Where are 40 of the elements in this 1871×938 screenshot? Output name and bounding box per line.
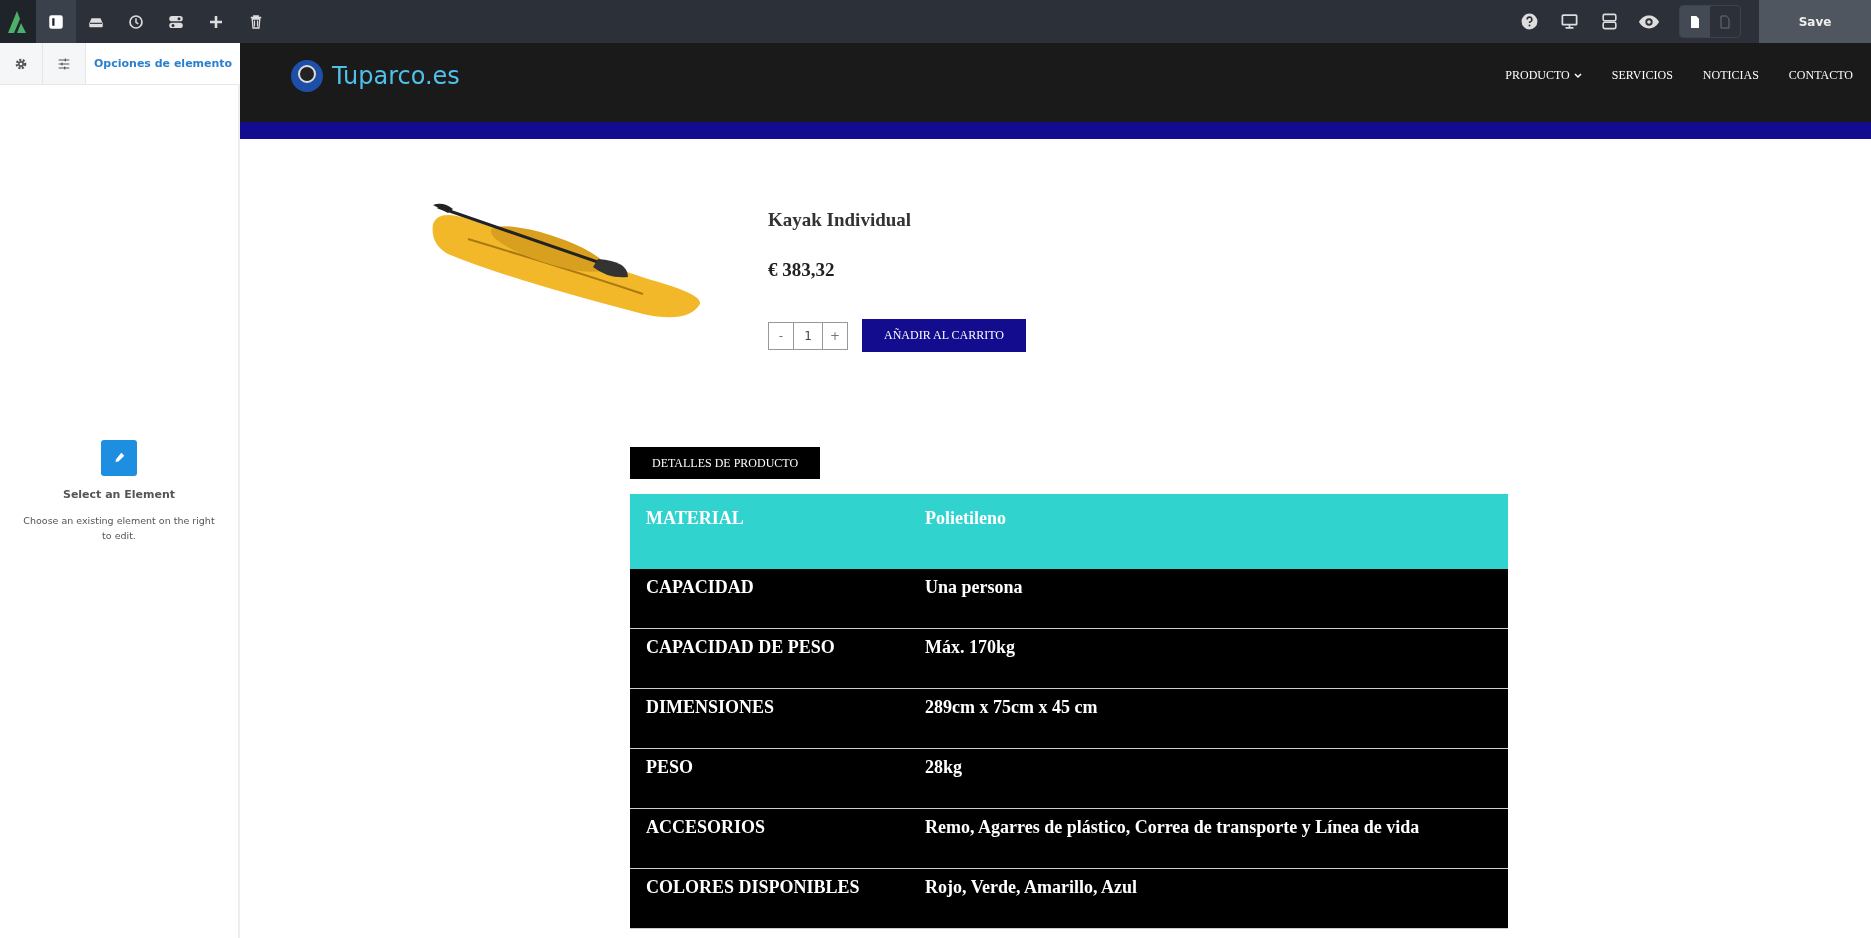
quantity-field[interactable]: 1: [793, 322, 823, 349]
toolbar-button[interactable]: [36, 0, 76, 43]
spec-label: COLORES DISPONIBLES: [645, 877, 861, 899]
empty-state-description: Choose an existing element on the right to edit.: [22, 514, 216, 543]
empty-state-title: Select an Element: [62, 488, 176, 501]
spec-label: PESO: [645, 757, 694, 779]
spec-label: ACCESORIOS: [645, 817, 767, 839]
spec-label: CAPACIDAD: [645, 577, 755, 599]
details-tab[interactable]: DETALLES DE PRODUCTO: [630, 447, 821, 479]
nav-link[interactable]: CONTACTO: [1788, 68, 1853, 83]
quantity-stepper[interactable]: - 1 +: [768, 321, 848, 350]
view-mode-button[interactable]: [1680, 6, 1710, 37]
spec-value: Rojo, Verde, Amarillo, Azul: [924, 877, 1138, 899]
spec-label: MATERIAL: [645, 508, 745, 530]
product-title: Kayak Individual: [768, 209, 913, 231]
product-price: € 383,32: [768, 259, 836, 281]
nav-link[interactable]: SERVICIOS: [1611, 68, 1673, 83]
spec-value: Polietileno: [924, 508, 1007, 530]
clock-icon: [127, 12, 145, 31]
panel-tab[interactable]: [0, 43, 43, 84]
spec-value: 289cm x 75cm x 45 cm: [924, 697, 1099, 719]
page-outline-icon: [1717, 13, 1733, 30]
spec-label: DIMENSIONES: [645, 697, 776, 719]
caret-icon: [1573, 72, 1582, 79]
nav-link[interactable]: NOTICIAS: [1702, 68, 1759, 83]
spec-value: 28kg: [924, 757, 963, 779]
spec-value: Una persona: [924, 577, 1024, 599]
desktop-icon: [1559, 12, 1579, 31]
panel-icon: [47, 12, 65, 31]
spec-label: CAPACIDAD DE PESO: [645, 637, 836, 659]
save-button[interactable]: Save: [1759, 0, 1871, 43]
help-icon: [1519, 12, 1539, 31]
add-to-cart-button[interactable]: AÑADIR AL CARRITO: [862, 319, 1026, 352]
site-logo-text[interactable]: Tuparco.es: [332, 61, 460, 90]
edit-button[interactable]: [101, 440, 137, 476]
rows-icon: [1599, 12, 1619, 31]
logo-icon: [290, 58, 324, 93]
spec-value: Remo, Agarres de plástico, Correa de transporte y Línea de vida: [924, 817, 1421, 839]
nav-link[interactable]: PRODUCTO: [1505, 68, 1582, 83]
spec-value: Máx. 170kg: [924, 637, 1016, 659]
